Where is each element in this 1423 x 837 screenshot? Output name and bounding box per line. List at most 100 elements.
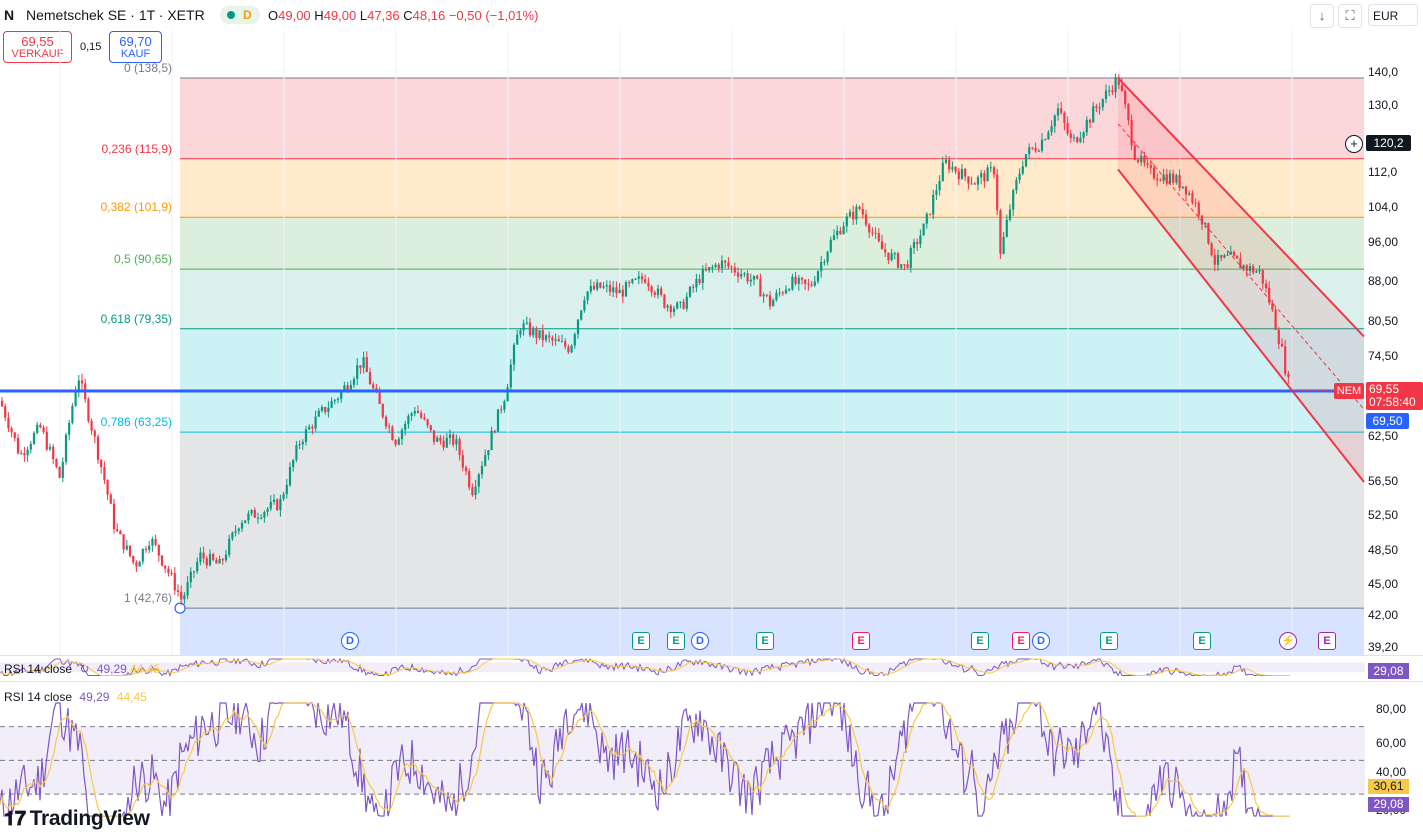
candle-body [928,213,932,215]
candle-body [874,232,877,234]
candle-body [672,308,676,313]
fib-anchor-handle[interactable] [174,602,186,614]
candle-body [320,406,324,411]
candle-body [500,409,503,411]
earnings-event-icon[interactable]: E [1193,632,1211,650]
candle-body [23,453,26,456]
candle-body [765,294,768,296]
candle-body [842,226,845,234]
candle-body [381,404,384,417]
candle-body [1072,137,1076,139]
candle-body [215,559,218,564]
candle-body [564,341,567,347]
countdown-value: 07:58:40 [1369,395,1416,409]
crosshair-add-icon[interactable]: + [1345,135,1363,153]
price-axis-tick: 96,00 [1368,235,1399,249]
candle-body [676,302,679,309]
candle-body [186,582,189,596]
dividend-event-icon[interactable]: D [341,632,359,650]
fib-level-label: 1 (42,76) [123,591,172,606]
candle-body [711,266,714,268]
candle-body [1034,148,1037,152]
settings-icon[interactable]: ↻ [79,662,89,676]
price-axis-tick: 88,00 [1368,274,1399,288]
tradingview-logo[interactable]: 𝟏𝟕 TradingView [4,806,150,831]
candle-body [992,167,996,175]
candle-body [1047,132,1050,140]
candle-body [727,262,730,267]
fib-band [180,269,1364,329]
candle-body [688,286,692,297]
candle-body [989,167,992,169]
candle-body [224,554,228,561]
rsi-mini-pane[interactable]: RSI 14 close ↻ 49,29 44,45 29,08 [0,655,1423,682]
earnings-event-icon[interactable]: E [667,632,685,650]
earnings-event-icon[interactable]: E [852,632,870,650]
candle-body [724,260,727,263]
candle-body [941,162,944,182]
candle-body [999,210,1002,254]
candle-body [247,513,250,521]
candle-body [183,595,186,600]
candle-body [957,171,960,180]
candle-body [439,437,442,441]
price-axis-tick: 48,50 [1368,543,1399,557]
candle-body [477,474,480,487]
fib-level-label: 0,786 (63,25) [100,415,172,430]
candle-body [256,517,260,519]
earnings-event-icon[interactable]: E [971,632,989,650]
candle-body [628,282,631,284]
earnings-event-icon[interactable]: E [1100,632,1118,650]
candle-body [980,173,983,178]
earnings-event-icon[interactable]: E [1012,632,1030,650]
candle-body [1040,139,1044,151]
candle-body [388,426,391,428]
candle-body [1012,190,1015,210]
candle-body [122,534,125,550]
tradingview-logo-icon: 𝟏𝟕 [4,806,26,830]
earnings-event-icon[interactable]: E [756,632,774,650]
candle-body [407,416,410,425]
rsi-pane[interactable]: RSI 14 close 49,29 44,45 80,0060,0020,00… [0,681,1423,837]
candle-body [16,437,20,454]
price-chart[interactable] [0,0,1423,655]
candle-body [695,279,698,288]
candle-body [656,288,660,295]
candle-body [349,384,352,390]
candle-body [570,345,573,353]
dividend-event-icon[interactable]: D [691,632,709,650]
fib-level-label: 0,618 (79,35) [100,311,172,326]
earnings-event-icon[interactable]: E [632,632,650,650]
candle-body [148,545,151,550]
candle-body [314,416,317,429]
earnings-event-icon[interactable]: E [1318,632,1336,650]
candle-body [100,459,103,468]
rsi-axis-tick: 80,00 [1376,701,1407,716]
candle-body [608,285,612,293]
candle-body [634,278,637,280]
candle-body [797,277,800,284]
candle-body [295,445,298,461]
candle-body [909,248,912,268]
rsi-v2: 44,45 [116,690,147,704]
candle-body [746,273,749,282]
candle-body [1018,173,1021,180]
candle-body [362,357,365,368]
rsi-last-tag: 29,08 [1368,796,1409,812]
candle-body [74,391,77,406]
candle-body [964,168,967,177]
candle-body [640,276,644,280]
candle-body [1104,90,1108,100]
candle-body [951,166,954,170]
candle-body [682,301,685,309]
split-event-icon[interactable]: ⚡ [1279,632,1297,650]
candle-body [756,275,759,279]
candle-body [1066,123,1069,134]
candle-body [1060,108,1063,113]
price-axis-tick: 112,0 [1368,165,1398,179]
candle-body [128,545,132,556]
dividend-event-icon[interactable]: D [1032,632,1050,650]
rsi-v1: 49,29 [79,690,110,704]
price-axis-tick: 62,50 [1368,429,1399,443]
candle-body [976,177,980,185]
